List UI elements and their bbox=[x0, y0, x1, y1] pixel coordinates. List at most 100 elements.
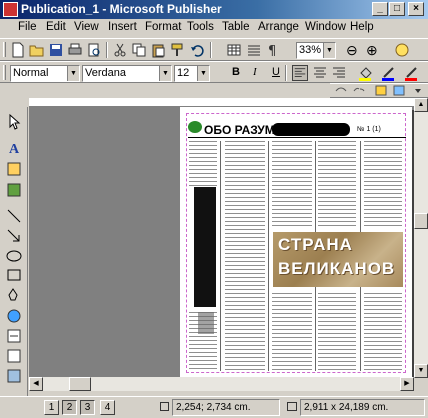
word-art-icon[interactable] bbox=[5, 181, 23, 199]
form-control-icon[interactable] bbox=[5, 327, 23, 345]
page-button-3[interactable]: 3 bbox=[80, 400, 95, 415]
horizontal-scroll-thumb[interactable] bbox=[69, 377, 91, 391]
scroll-down-icon[interactable]: ▼ bbox=[414, 364, 428, 378]
zoom-in-icon[interactable]: ⊕ bbox=[366, 42, 378, 59]
window-title: Publication_1 - Microsoft Publisher bbox=[21, 2, 222, 16]
column-4-lower-text bbox=[318, 293, 356, 371]
chevron-down-icon[interactable]: ▼ bbox=[323, 43, 335, 58]
toolbar-options-icon[interactable] bbox=[412, 84, 424, 97]
maximize-button[interactable]: □ bbox=[389, 2, 405, 16]
menu-insert[interactable]: Insert bbox=[108, 21, 137, 33]
style-value: Normal bbox=[13, 67, 49, 79]
menu-window[interactable]: Window bbox=[305, 21, 346, 33]
zoom-value: 33% bbox=[299, 44, 322, 56]
minimize-button[interactable]: _ bbox=[372, 2, 388, 16]
new-icon[interactable] bbox=[10, 42, 26, 58]
select-pointer-icon[interactable] bbox=[5, 113, 23, 131]
status-bar: 1 2 3 4 2,254; 2,734 cm. 2,911 x 24,189 … bbox=[0, 396, 428, 418]
save-icon[interactable] bbox=[48, 42, 64, 58]
menu-table[interactable]: Table bbox=[222, 21, 250, 33]
column-3-text bbox=[272, 141, 312, 226]
toolbar-grip[interactable] bbox=[3, 42, 6, 57]
font-size-select[interactable]: 12 ▼ bbox=[174, 65, 210, 82]
font-value: Verdana bbox=[85, 67, 126, 79]
line-icon[interactable] bbox=[5, 207, 23, 225]
horizontal-scrollbar[interactable]: ◀ ▶ bbox=[29, 377, 414, 391]
columns-icon[interactable] bbox=[246, 42, 262, 58]
standard-toolbar: ¶ 33% ▼ ⊖ ⊕ bbox=[0, 38, 428, 61]
objects-toolbar: A bbox=[0, 107, 28, 397]
print-icon[interactable] bbox=[67, 42, 83, 58]
style-select[interactable]: Normal ▼ bbox=[10, 65, 80, 82]
menu-edit[interactable]: Edit bbox=[46, 21, 66, 33]
menu-view[interactable]: View bbox=[74, 21, 99, 33]
previous-frame-icon[interactable] bbox=[374, 84, 388, 97]
svg-text:A: A bbox=[9, 142, 20, 157]
html-fragment-icon[interactable] bbox=[5, 347, 23, 365]
scroll-up-icon[interactable]: ▲ bbox=[414, 98, 428, 112]
menu-file[interactable]: File bbox=[18, 21, 37, 33]
oval-icon[interactable] bbox=[5, 247, 23, 265]
page-button-4[interactable]: 4 bbox=[100, 400, 115, 415]
font-select[interactable]: Verdana ▼ bbox=[82, 65, 172, 82]
show-formatting-icon[interactable]: ¶ bbox=[264, 42, 280, 58]
toolbar-grip[interactable] bbox=[3, 65, 6, 80]
chevron-down-icon[interactable]: ▼ bbox=[159, 66, 171, 81]
autoshapes-icon[interactable] bbox=[5, 285, 23, 303]
publication-page[interactable]: ОБО РАЗУМА № 1 (1) СТРАНА ВЕЛИКАНОВ bbox=[180, 107, 412, 377]
align-left-icon[interactable] bbox=[292, 65, 308, 81]
open-icon[interactable] bbox=[29, 42, 45, 58]
object-position: 2,254; 2,734 cm. bbox=[172, 399, 280, 416]
insert-table-icon[interactable] bbox=[226, 42, 242, 58]
zoom-select[interactable]: 33% ▼ bbox=[296, 42, 336, 59]
column-1-text bbox=[189, 141, 217, 186]
paste-icon[interactable] bbox=[150, 42, 166, 58]
align-right-icon[interactable] bbox=[331, 65, 347, 81]
title-bar[interactable]: Publication_1 - Microsoft Publisher _ □ … bbox=[0, 0, 428, 19]
create-link-icon[interactable] bbox=[334, 84, 348, 97]
undo-icon[interactable] bbox=[189, 42, 205, 58]
arrow-icon[interactable] bbox=[5, 227, 23, 245]
italic-button[interactable]: I bbox=[253, 66, 257, 78]
next-frame-icon[interactable] bbox=[392, 84, 406, 97]
chevron-down-icon[interactable]: ▼ bbox=[67, 66, 79, 81]
text-box-icon[interactable]: A bbox=[5, 139, 23, 157]
font-size-value: 12 bbox=[177, 67, 190, 79]
copy-icon[interactable] bbox=[131, 42, 147, 58]
menu-bar: File Edit View Insert Format Tools Table… bbox=[0, 19, 428, 38]
page-button-2[interactable]: 2 bbox=[62, 400, 77, 415]
toolbar-separator bbox=[285, 65, 287, 81]
chevron-down-icon[interactable]: ▼ bbox=[197, 66, 209, 81]
vertical-scrollbar[interactable]: ▲ ▼ bbox=[414, 98, 428, 378]
scroll-left-icon[interactable]: ◀ bbox=[29, 377, 43, 391]
menu-help[interactable]: Help bbox=[350, 21, 374, 33]
design-gallery-icon[interactable] bbox=[5, 367, 23, 385]
cut-icon[interactable] bbox=[112, 42, 128, 58]
publisher-app-icon[interactable] bbox=[3, 2, 18, 17]
close-button[interactable]: × bbox=[408, 2, 424, 16]
menu-tools[interactable]: Tools bbox=[187, 21, 214, 33]
menu-arrange[interactable]: Arrange bbox=[258, 21, 299, 33]
toolbar-separator bbox=[106, 42, 108, 58]
help-icon[interactable] bbox=[394, 42, 410, 58]
rectangle-icon[interactable] bbox=[5, 266, 23, 284]
format-painter-icon[interactable] bbox=[169, 42, 185, 58]
line-color-icon[interactable] bbox=[381, 65, 397, 81]
scroll-right-icon[interactable]: ▶ bbox=[400, 377, 414, 391]
horizontal-ruler[interactable] bbox=[29, 98, 414, 107]
font-color-icon[interactable] bbox=[404, 65, 420, 81]
hot-spot-icon[interactable] bbox=[5, 307, 23, 325]
page-button-1[interactable]: 1 bbox=[44, 400, 59, 415]
bold-button[interactable]: B bbox=[232, 66, 240, 78]
align-center-icon[interactable] bbox=[312, 65, 328, 81]
fill-color-icon[interactable] bbox=[358, 65, 374, 81]
vertical-scroll-thumb[interactable] bbox=[414, 213, 428, 229]
print-preview-icon[interactable] bbox=[86, 42, 102, 58]
zoom-out-icon[interactable]: ⊖ bbox=[346, 42, 358, 59]
underline-button[interactable]: U bbox=[272, 66, 280, 78]
insert-table-icon[interactable] bbox=[5, 160, 23, 178]
menu-format[interactable]: Format bbox=[145, 21, 181, 33]
column-5-lower-text bbox=[364, 293, 402, 371]
break-link-icon[interactable] bbox=[352, 84, 366, 97]
workspace[interactable]: ОБО РАЗУМА № 1 (1) СТРАНА ВЕЛИКАНОВ bbox=[29, 107, 414, 377]
